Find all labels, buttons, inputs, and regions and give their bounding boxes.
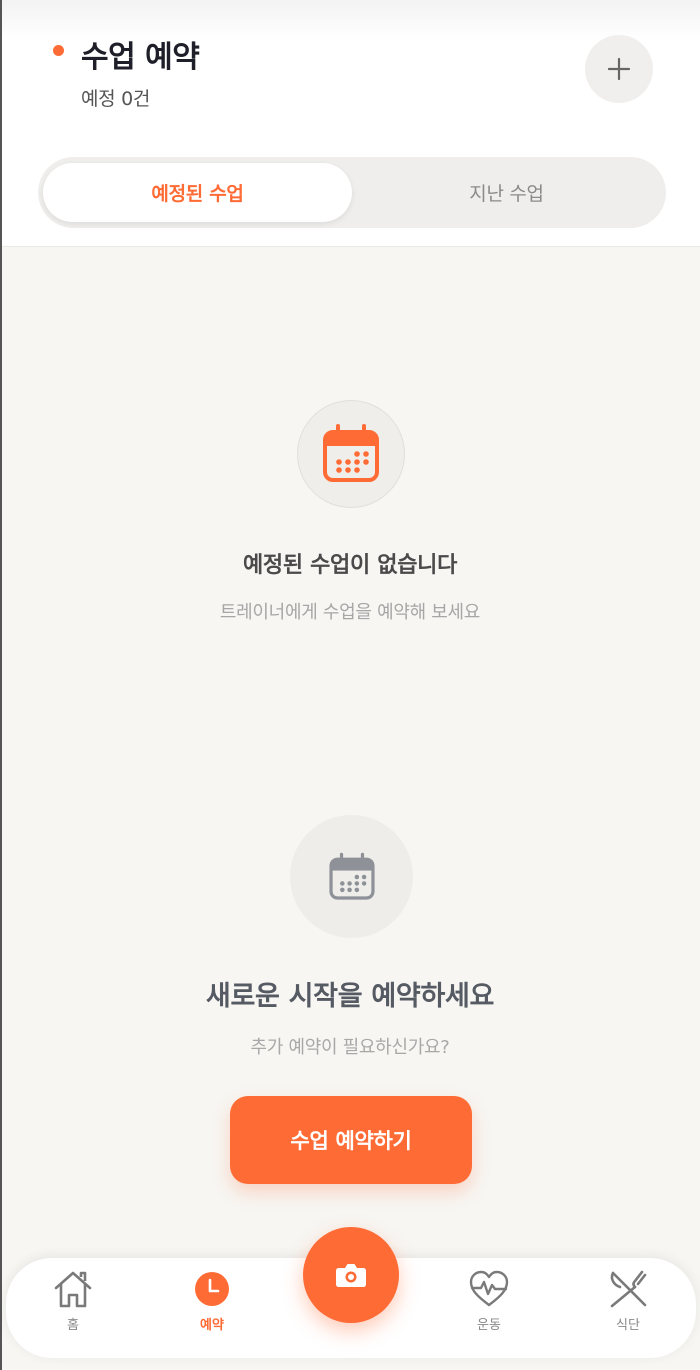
nav-item-diet[interactable]: 식단 — [583, 1258, 673, 1358]
tab-upcoming[interactable]: 예정된 수업 — [43, 163, 352, 222]
title-dot — [53, 45, 64, 56]
nav-item-workout[interactable]: 운동 — [444, 1258, 534, 1358]
cta-icon-circle — [290, 815, 413, 938]
add-button[interactable] — [585, 35, 653, 103]
cta-subtitle: 추가 예약이 필요하신가요? — [250, 1037, 450, 1058]
camera-icon — [336, 1264, 366, 1287]
nav-label-home: 홈 — [67, 1318, 79, 1333]
page-title: 수업 예약 — [81, 40, 200, 75]
empty-state-title: 예정된 수업이 없습니다 — [242, 553, 458, 578]
home-icon — [54, 1271, 92, 1308]
header: 수업 예약 예정 0건 예정된 수업 지난 수업 — [2, 0, 700, 247]
nav-item-home[interactable]: 홈 — [28, 1258, 118, 1358]
nav-label-booking: 예약 — [200, 1318, 224, 1333]
nav-label-diet: 식단 — [616, 1318, 640, 1333]
plus-icon — [607, 57, 631, 81]
heart-pulse-icon — [469, 1270, 509, 1307]
clock-icon — [195, 1272, 229, 1306]
camera-button[interactable] — [303, 1227, 399, 1323]
fork-knife-icon — [610, 1270, 647, 1308]
empty-state-subtitle: 트레이너에게 수업을 예약해 보세요 — [219, 602, 481, 623]
tab-bar: 예정된 수업 지난 수업 — [38, 157, 666, 228]
book-class-button[interactable]: 수업 예약하기 — [230, 1096, 472, 1184]
cta-title: 새로운 시작을 예약하세요 — [205, 981, 495, 1012]
nav-item-booking[interactable]: 예약 — [167, 1258, 257, 1358]
tab-past[interactable]: 지난 수업 — [352, 163, 661, 222]
scheduled-count: 예정 0건 — [81, 88, 151, 110]
nav-label-workout: 운동 — [477, 1318, 501, 1333]
calendar-icon — [323, 424, 379, 482]
empty-icon-circle — [297, 400, 405, 508]
calendar-icon — [328, 852, 375, 900]
